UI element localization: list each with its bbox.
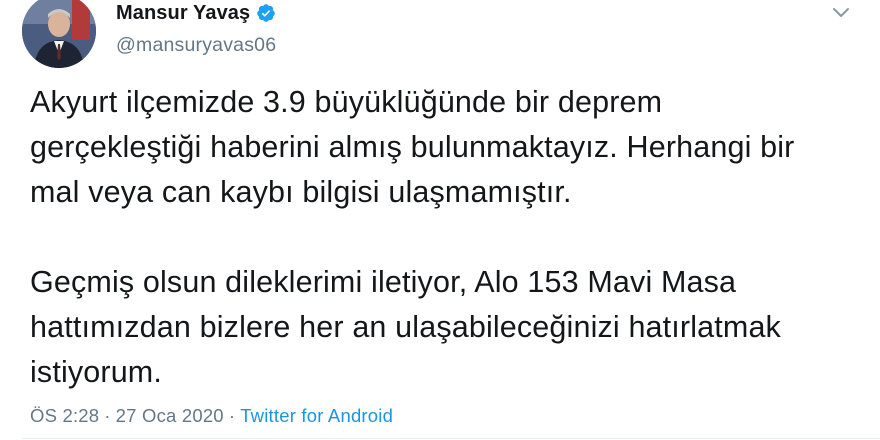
tweet-card: Mansur Yavaş @mansuryavas06 Akyurt ilçem…	[0, 0, 880, 440]
name-row: Mansur Yavaş	[116, 0, 276, 26]
tweet-paragraph: Geçmiş olsun dileklerimi iletiyor, Alo 1…	[30, 265, 781, 389]
avatar[interactable]	[22, 0, 96, 68]
author-block: Mansur Yavaş @mansuryavas06	[116, 0, 276, 57]
divider	[22, 438, 880, 439]
tweet-meta: ÖS 2:28 · 27 Oca 2020 · Twitter for Android	[30, 405, 393, 427]
tweet-date[interactable]: 27 Oca 2020	[116, 405, 224, 426]
tweet-paragraph: Akyurt ilçemizde 3.9 büyüklüğünde bir de…	[30, 85, 795, 209]
verified-badge-icon	[256, 3, 276, 23]
tweet-time[interactable]: ÖS 2:28	[30, 405, 99, 426]
chevron-down-icon[interactable]	[832, 4, 850, 17]
display-name[interactable]: Mansur Yavaş	[116, 2, 250, 25]
meta-separator: ·	[228, 405, 236, 426]
tweet-source-link[interactable]: Twitter for Android	[240, 405, 393, 426]
tweet-text: Akyurt ilçemizde 3.9 büyüklüğünde bir de…	[30, 80, 860, 395]
handle[interactable]: @mansuryavas06	[116, 34, 276, 57]
meta-separator: ·	[104, 405, 111, 426]
